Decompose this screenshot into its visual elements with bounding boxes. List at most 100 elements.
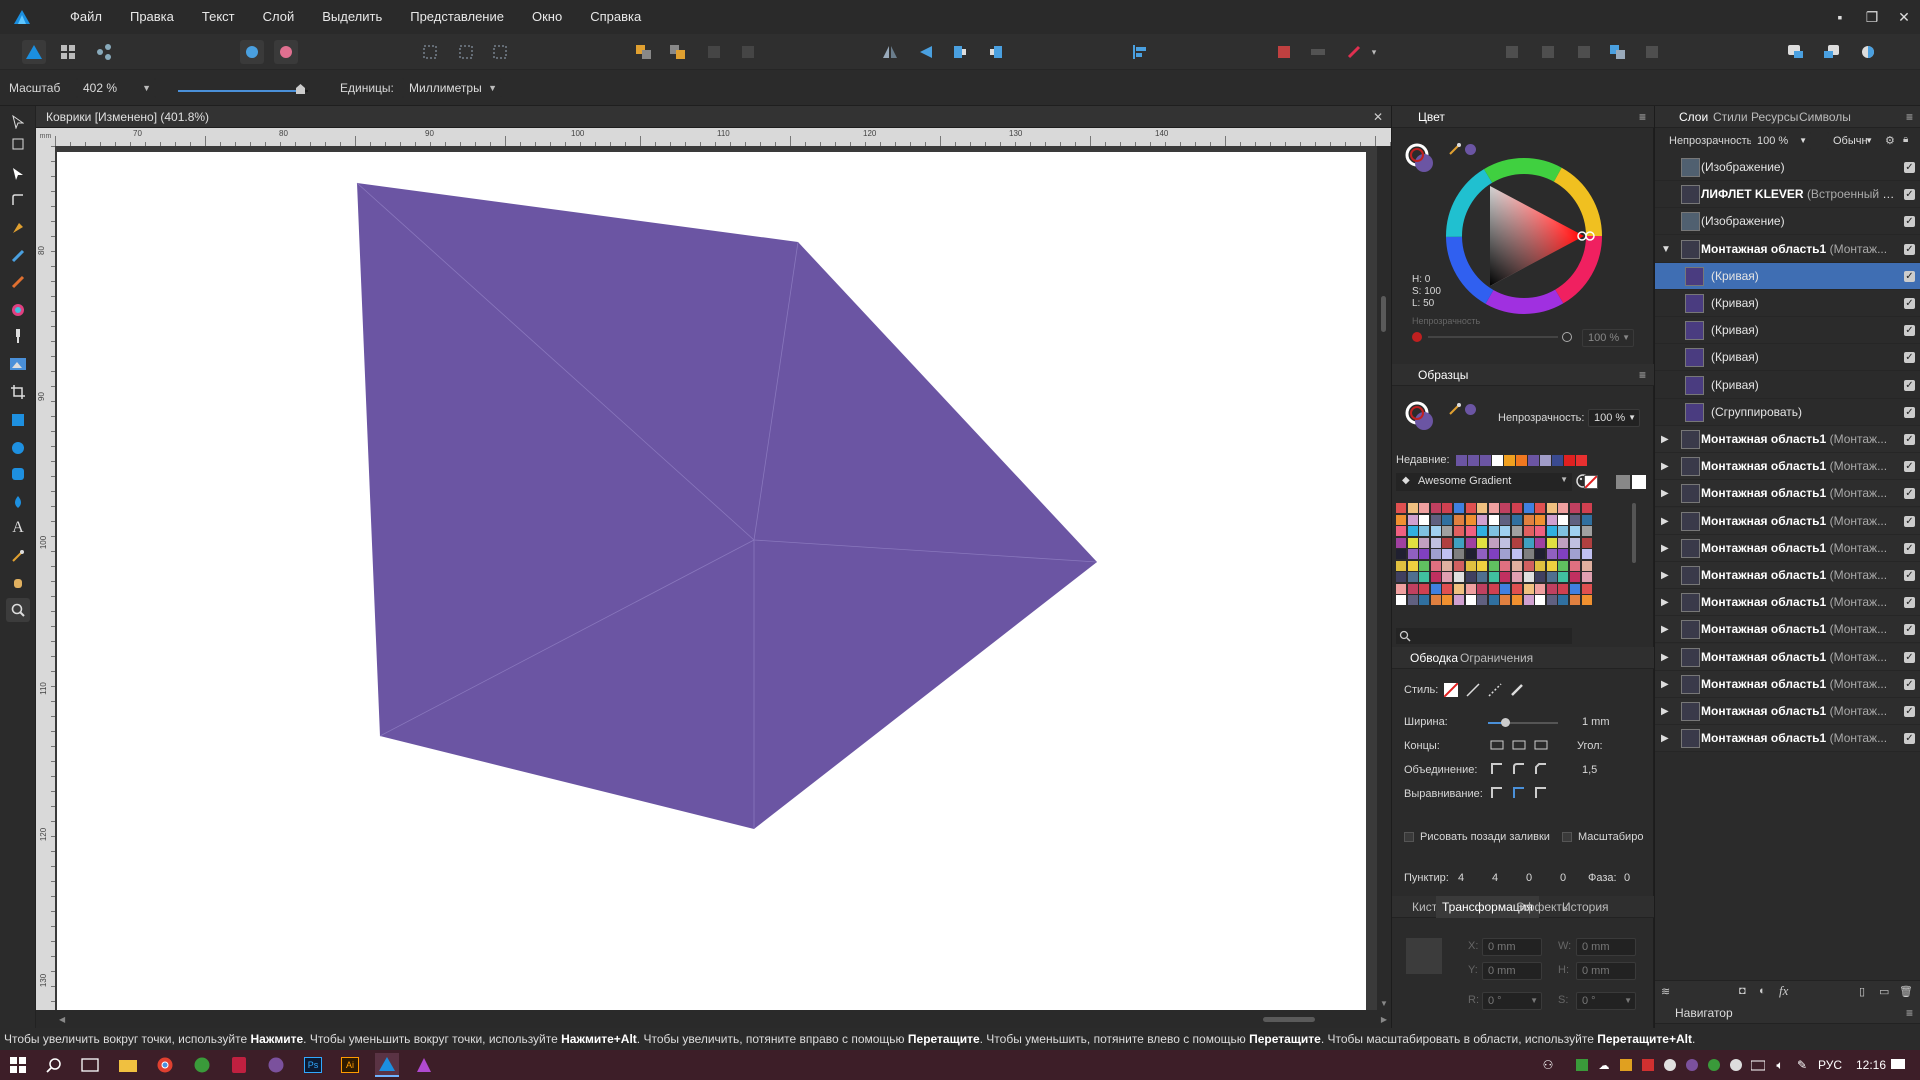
pen-mode-dropdown-icon[interactable]: ▾ [1368, 40, 1380, 64]
palette-swatch[interactable] [1581, 595, 1592, 605]
menu-item-5[interactable]: Представление [396, 0, 518, 34]
palette-swatch[interactable] [1488, 537, 1499, 548]
recent-swatch[interactable] [1504, 455, 1515, 466]
tab-swatches[interactable]: Образцы [1412, 364, 1474, 386]
share-icon[interactable] [240, 40, 264, 64]
palette-swatch[interactable] [1570, 583, 1580, 594]
layer-row[interactable]: ▶ Монтажная область1 (Монтаж... ✓ [1655, 507, 1920, 535]
palette-swatch[interactable] [1477, 549, 1488, 559]
crop-tool-icon[interactable] [6, 380, 30, 404]
visibility-checkbox[interactable]: ✓ [1904, 162, 1915, 173]
new-layer-icon[interactable]: ▯ [1859, 985, 1865, 998]
dash-3[interactable]: 0 [1526, 872, 1532, 884]
recent-swatch[interactable] [1552, 455, 1563, 466]
expand-icon[interactable]: ▶ [1661, 562, 1669, 588]
visibility-checkbox[interactable]: ✓ [1904, 678, 1915, 690]
palette-swatch[interactable] [1465, 572, 1476, 582]
palette-swatch[interactable] [1570, 503, 1580, 513]
cap-square-icon[interactable] [1534, 738, 1548, 755]
adjustment-icon[interactable]: ◐ [1759, 985, 1766, 997]
palette-swatch[interactable] [1477, 595, 1488, 605]
stroke-brush-icon[interactable] [1510, 683, 1524, 700]
palette-swatch[interactable] [1523, 560, 1534, 571]
windows-start-icon[interactable] [6, 1053, 30, 1077]
pyramid-shape[interactable] [57, 152, 1366, 1010]
text-tool-icon[interactable]: A [6, 516, 30, 540]
palette-swatch[interactable] [1396, 526, 1406, 536]
palette-swatch[interactable] [1488, 583, 1499, 594]
layer-row[interactable]: ▶ Монтажная область1 (Монтаж... ✓ [1655, 453, 1920, 481]
palette-swatch[interactable] [1488, 560, 1499, 571]
menu-item-3[interactable]: Слой [249, 0, 309, 34]
black-swatch[interactable] [1600, 475, 1614, 489]
dash-1[interactable]: 4 [1458, 872, 1464, 884]
palette-swatch[interactable] [1500, 549, 1511, 559]
vertical-scrollbar[interactable]: ▼ [1377, 146, 1391, 1010]
horizontal-scrollbar[interactable]: ◀ ▶ [55, 1010, 1391, 1028]
file-explorer-icon[interactable] [116, 1053, 140, 1077]
layer-row[interactable]: ▶ Монтажная область1 (Монтаж... ✓ [1655, 670, 1920, 698]
x-field[interactable]: 0 mm [1482, 938, 1542, 956]
place-image-tool-icon[interactable] [6, 352, 30, 376]
palette-swatch[interactable] [1419, 537, 1430, 548]
palette-swatch[interactable] [1430, 537, 1441, 548]
tray-orange-icon[interactable] [1614, 1053, 1638, 1077]
close-document-icon[interactable]: ✕ [1373, 106, 1383, 128]
tray-viber-icon[interactable] [1680, 1053, 1704, 1077]
visibility-checkbox[interactable]: ✓ [1904, 243, 1915, 255]
arrange-front-icon[interactable] [702, 40, 726, 64]
palette-swatch[interactable] [1454, 514, 1464, 525]
align-outside-icon[interactable] [1534, 786, 1548, 803]
photoshop-icon[interactable]: Ps [301, 1053, 325, 1077]
expand-icon[interactable]: ▶ [1661, 698, 1669, 724]
restore-button[interactable]: ❐ [1856, 0, 1888, 34]
palette-swatch[interactable] [1465, 549, 1476, 559]
menu-item-7[interactable]: Справка [576, 0, 655, 34]
menu-item-0[interactable]: Файл [56, 0, 116, 34]
palette-swatch[interactable] [1454, 595, 1464, 605]
visibility-checkbox[interactable]: ✓ [1904, 651, 1915, 663]
palette-swatch[interactable] [1407, 537, 1418, 548]
panel-menu-icon[interactable]: ≡ [1639, 106, 1646, 128]
visibility-checkbox[interactable]: ✓ [1904, 298, 1915, 309]
fx-icon[interactable]: fx [1779, 983, 1788, 999]
visibility-checkbox[interactable]: ✓ [1904, 542, 1915, 554]
palette-swatch[interactable] [1512, 572, 1522, 582]
ellipse-tool-icon[interactable] [6, 436, 30, 460]
palette-swatch[interactable] [1523, 503, 1534, 513]
hand-tool-icon[interactable] [6, 570, 30, 594]
snap-bounds-icon[interactable] [454, 40, 478, 64]
palette-swatch[interactable] [1523, 549, 1534, 559]
gear-icon[interactable]: ⚙ [1885, 134, 1895, 147]
snap-nodes-icon[interactable] [488, 40, 512, 64]
visibility-checkbox[interactable]: ✓ [1904, 597, 1915, 609]
palette-swatch[interactable] [1442, 560, 1453, 571]
palette-swatch[interactable] [1407, 595, 1418, 605]
palette-swatch[interactable] [1523, 514, 1534, 525]
expand-icon[interactable]: ▶ [1661, 671, 1669, 697]
clock[interactable]: 12:16 [1856, 1058, 1886, 1072]
notifications-icon[interactable] [1886, 1053, 1910, 1077]
tab-history[interactable]: История [1556, 896, 1615, 918]
task-view-icon[interactable] [78, 1053, 102, 1077]
visibility-checkbox[interactable]: ✓ [1904, 461, 1915, 473]
palette-swatch[interactable] [1396, 537, 1406, 548]
recent-swatch[interactable] [1540, 455, 1551, 466]
palette-swatch[interactable] [1500, 514, 1511, 525]
affinity-designer-taskbar-icon[interactable] [375, 1053, 399, 1077]
align-inside-icon[interactable] [1490, 786, 1504, 803]
palette-swatch[interactable] [1419, 526, 1430, 536]
insert-inside-icon[interactable] [1784, 40, 1808, 64]
boolean-add-icon[interactable] [1272, 40, 1296, 64]
visibility-checkbox[interactable]: ✓ [1904, 216, 1915, 228]
palette-swatch[interactable] [1396, 572, 1406, 582]
geometry-add-icon[interactable] [1500, 40, 1524, 64]
menu-item-1[interactable]: Правка [116, 0, 188, 34]
palette-swatch[interactable] [1558, 503, 1569, 513]
palette-swatch[interactable] [1546, 537, 1557, 548]
flip-vertical-icon[interactable] [914, 40, 938, 64]
palette-swatch[interactable] [1419, 583, 1430, 594]
color-wheel[interactable] [1444, 156, 1604, 316]
palette-swatch[interactable] [1454, 526, 1464, 536]
pen-workspace-icon[interactable]: ✎ [1790, 1053, 1814, 1077]
